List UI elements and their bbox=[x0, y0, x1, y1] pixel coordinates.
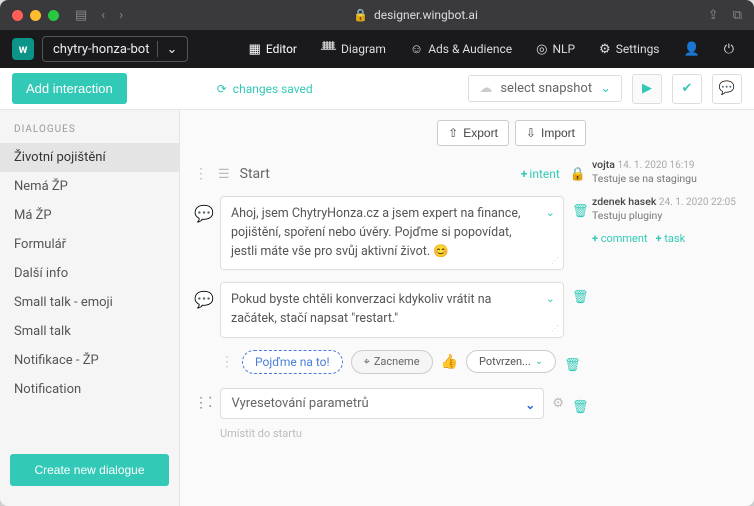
sidebar-item-smalltalk-emoji[interactable]: Small talk - emoji bbox=[0, 288, 179, 317]
sidebar-item-notification[interactable]: Notification bbox=[0, 375, 179, 404]
delete-icon[interactable]: 🗑 bbox=[572, 282, 586, 305]
message-input-1[interactable]: Ahoj, jsem ChytryHonza.cz a jsem expert … bbox=[220, 196, 564, 270]
user-icon[interactable]: 👤 bbox=[676, 42, 708, 57]
sidebar-item-ma[interactable]: Má ŽP bbox=[0, 201, 179, 230]
sidebar-item-zivotni[interactable]: Životní pojištění bbox=[0, 143, 179, 172]
tabs-icon[interactable]: ⧉ bbox=[733, 8, 742, 23]
delete-icon[interactable]: 🗑 bbox=[564, 350, 578, 373]
sidebar-item-nema[interactable]: Nemá ŽP bbox=[0, 172, 179, 201]
chat-bubble-icon: 💬 bbox=[194, 282, 212, 309]
toolbar: Add interaction ⟳ changes saved ☁ select… bbox=[0, 68, 754, 110]
sidebar-item-dalsi[interactable]: Další info bbox=[0, 259, 179, 288]
import-button[interactable]: ⇩Import bbox=[515, 120, 586, 146]
sidebar-item-smalltalk[interactable]: Small talk bbox=[0, 317, 179, 346]
target-icon: ⌖ bbox=[364, 355, 370, 369]
address-bar[interactable]: 🔒 designer.wingbot.ai bbox=[123, 8, 708, 22]
resize-handle-icon[interactable]: ⋰ bbox=[551, 255, 559, 267]
comments-panel: vojta 14. 1. 2020 16:19 Testuje se na st… bbox=[592, 120, 740, 496]
gear-icon[interactable]: ⚙ bbox=[552, 396, 564, 411]
add-task-button[interactable]: + task bbox=[656, 232, 686, 245]
chat-bubble-icon: 💬 bbox=[194, 196, 212, 223]
nav-diagram[interactable]: ᚙDiagram bbox=[313, 42, 394, 57]
chevron-down-icon: ⌄ bbox=[535, 356, 543, 367]
nav-ads[interactable]: ☺Ads & Audience bbox=[402, 41, 520, 57]
bookmark-icon[interactable]: ☰ bbox=[218, 167, 230, 182]
chip-pojdme[interactable]: Pojďme na to! bbox=[242, 350, 343, 374]
sidebar-toggle-icon[interactable]: ▤ bbox=[75, 8, 87, 23]
drag-handle-icon[interactable]: ⋮ bbox=[220, 354, 234, 370]
chevron-down-icon[interactable]: ⌄ bbox=[546, 291, 555, 308]
hint-text: Umístit do startu bbox=[220, 427, 586, 440]
delete-icon[interactable]: 🗑 bbox=[572, 392, 586, 415]
browser-nav: ▤ ‹ › bbox=[75, 8, 123, 23]
comment-item: zdenek hasek 24. 1. 2020 22:05 Testuju p… bbox=[592, 195, 740, 222]
lock-icon: 🔒 bbox=[353, 8, 368, 22]
thumbs-up-icon[interactable]: 👍 bbox=[441, 354, 458, 370]
export-button[interactable]: ⇧Export bbox=[437, 120, 509, 146]
back-icon[interactable]: ‹ bbox=[101, 8, 105, 23]
nav-editor[interactable]: ▦Editor bbox=[241, 42, 305, 57]
editor-icon: ▦ bbox=[249, 42, 261, 57]
sidebar-title: DIALOGUES bbox=[0, 120, 179, 143]
sidebar: DIALOGUES Životní pojištění Nemá ŽP Má Ž… bbox=[0, 110, 180, 506]
minimize-window[interactable] bbox=[30, 10, 41, 21]
logout-icon[interactable]: ⏻ bbox=[716, 42, 742, 57]
confirm-button[interactable]: ✔ bbox=[672, 74, 702, 104]
nav-nlp[interactable]: ◎NLP bbox=[528, 42, 583, 57]
chat-button[interactable]: 💬 bbox=[712, 74, 742, 104]
drag-handle-icon[interactable]: ⋮ bbox=[194, 166, 208, 182]
chevron-down-icon[interactable]: ⌄ bbox=[546, 205, 555, 222]
diagram-icon: ᚙ bbox=[321, 42, 336, 57]
nav-settings[interactable]: ⚙Settings bbox=[591, 42, 667, 57]
sidebar-item-notifikace[interactable]: Notifikace - ŽP bbox=[0, 346, 179, 375]
delete-icon[interactable]: 🗑 bbox=[572, 196, 586, 219]
share-icon[interactable]: ⇪ bbox=[708, 8, 719, 23]
bot-name: chytry-honza-bot bbox=[53, 42, 149, 57]
close-window[interactable] bbox=[12, 10, 23, 21]
message-input-2[interactable]: Pokud byste chtěli konverzaci kdykoliv v… bbox=[220, 282, 564, 338]
download-icon: ⇩ bbox=[526, 126, 536, 140]
resize-handle-icon[interactable]: ⋰ bbox=[551, 323, 559, 335]
add-interaction-button[interactable]: Add interaction bbox=[12, 73, 127, 104]
nlp-icon: ◎ bbox=[536, 42, 547, 57]
gear-icon: ⚙ bbox=[599, 42, 611, 57]
reset-select[interactable]: Vyresetování parametrů ⌄ bbox=[220, 388, 544, 419]
comment-item: vojta 14. 1. 2020 16:19 Testuje se na st… bbox=[592, 158, 740, 185]
upload-icon: ⇧ bbox=[448, 126, 458, 140]
refresh-icon: ⟳ bbox=[217, 82, 227, 96]
lock-icon[interactable]: 🔒 bbox=[570, 167, 586, 182]
traffic-lights bbox=[12, 10, 59, 21]
maximize-window[interactable] bbox=[48, 10, 59, 21]
block-header: ⋮ ☰ Start +intent 🔒 bbox=[194, 160, 586, 196]
quick-replies-row: ⋮ Pojďme na to! ⌖Zacneme 👍 Potvrzen...⌄ … bbox=[220, 350, 586, 374]
bot-selector[interactable]: chytry-honza-bot ⌄ bbox=[42, 36, 188, 62]
chevron-down-icon: ⌄ bbox=[166, 42, 177, 57]
add-intent-button[interactable]: +intent bbox=[521, 167, 560, 181]
url-text: designer.wingbot.ai bbox=[374, 8, 478, 22]
chevron-down-icon: ⌄ bbox=[600, 81, 611, 96]
logo[interactable]: w bbox=[12, 38, 34, 60]
puzzle-icon[interactable]: ⋮⁚ bbox=[194, 395, 212, 411]
play-button[interactable]: ▶ bbox=[632, 74, 662, 104]
chip-potvrzen[interactable]: Potvrzen...⌄ bbox=[466, 350, 556, 373]
app-topnav: w chytry-honza-bot ⌄ ▦Editor ᚙDiagram ☺A… bbox=[0, 30, 754, 68]
add-comment-button[interactable]: + comment bbox=[592, 232, 648, 245]
chevron-down-icon[interactable]: ⌄ bbox=[525, 398, 535, 412]
cloud-icon: ☁ bbox=[479, 81, 492, 96]
chip-zacneme[interactable]: ⌖Zacneme bbox=[351, 350, 433, 374]
sidebar-item-formular[interactable]: Formulář bbox=[0, 230, 179, 259]
save-status: ⟳ changes saved bbox=[217, 82, 313, 96]
create-dialogue-button[interactable]: Create new dialogue bbox=[10, 454, 169, 486]
block-title: Start bbox=[240, 166, 511, 182]
browser-titlebar: ▤ ‹ › 🔒 designer.wingbot.ai ⇪ ⧉ bbox=[0, 0, 754, 30]
snapshot-selector[interactable]: ☁ select snapshot ⌄ bbox=[468, 75, 622, 102]
ads-icon: ☺ bbox=[410, 41, 423, 57]
